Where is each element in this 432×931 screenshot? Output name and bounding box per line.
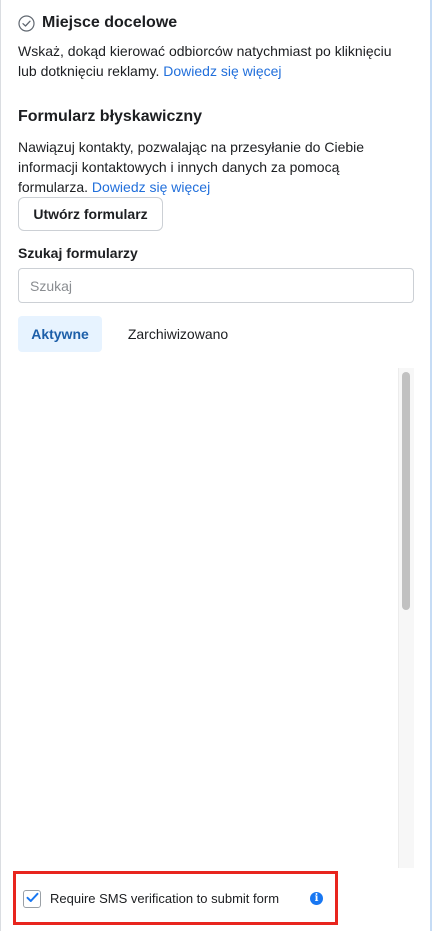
destination-description: Wskaż, dokąd kierować odbiorców natychmi… bbox=[18, 43, 392, 79]
instant-form-learn-more-link[interactable]: Dowiedz się więcej bbox=[92, 179, 210, 195]
destination-learn-more-link[interactable]: Dowiedz się więcej bbox=[163, 63, 281, 79]
create-form-button[interactable]: Utwórz formularz bbox=[18, 197, 163, 231]
destination-title: Miejsce docelowe bbox=[42, 14, 178, 31]
instant-form-description: Nawiązuj kontakty, pozwalając na przesył… bbox=[18, 139, 365, 195]
instant-form-title: Formularz błyskawiczny bbox=[18, 108, 203, 125]
destination-header: Miejsce docelowe bbox=[18, 14, 177, 32]
check-circle-icon bbox=[18, 14, 35, 32]
panel-left-border bbox=[0, 0, 1, 931]
forms-list-scrollbar-thumb[interactable] bbox=[402, 372, 410, 610]
sms-verification-highlight: Require SMS verification to submit form … bbox=[13, 871, 338, 925]
checkmark-icon bbox=[26, 890, 39, 908]
info-icon[interactable]: i bbox=[310, 892, 323, 905]
search-forms-label: Szukaj formularzy bbox=[18, 245, 138, 261]
search-forms-input[interactable] bbox=[18, 268, 414, 303]
tab-archived[interactable]: Zarchiwizowano bbox=[116, 316, 240, 352]
sms-verification-checkbox[interactable] bbox=[23, 890, 41, 908]
sms-verification-label: Require SMS verification to submit form bbox=[50, 891, 280, 906]
tab-active[interactable]: Aktywne bbox=[18, 316, 102, 352]
forms-list bbox=[18, 368, 414, 868]
